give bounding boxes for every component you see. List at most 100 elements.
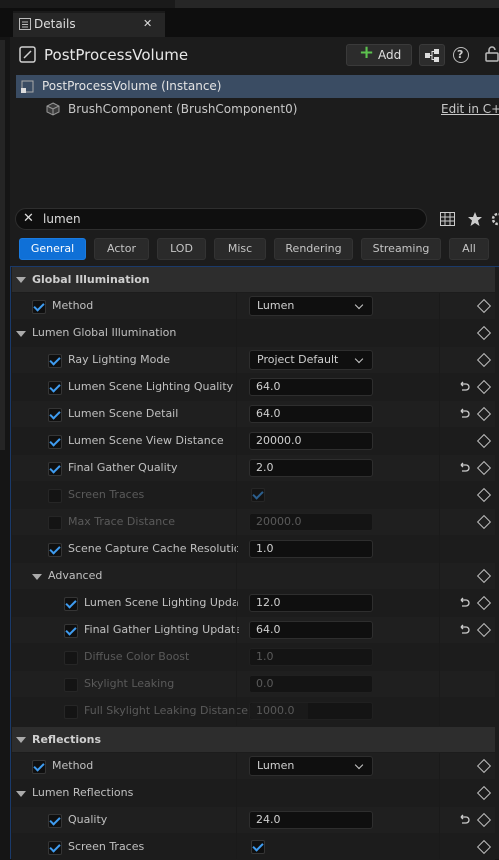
keyframe-diamond-icon[interactable]: [476, 839, 492, 855]
ray-lighting-mode-dropdown[interactable]: Project Default: [249, 350, 373, 370]
override-checkbox[interactable]: [64, 678, 78, 692]
scene-lighting-quality-field[interactable]: 64.0: [249, 378, 373, 396]
column-separator: [236, 753, 237, 859]
subsection-advanced[interactable]: Advanced: [12, 563, 495, 589]
help-button[interactable]: ?: [453, 47, 469, 63]
property-label: Screen Traces: [68, 488, 145, 501]
focus-border-left: [10, 266, 11, 859]
blueprint-button[interactable]: [419, 44, 445, 66]
keyframe-diamond-icon[interactable]: [476, 325, 492, 341]
override-checkbox[interactable]: [48, 543, 62, 557]
subsection-title: Lumen Reflections: [32, 786, 134, 799]
filter-tab-misc[interactable]: Misc: [214, 238, 266, 260]
override-checkbox[interactable]: [48, 354, 62, 368]
override-checkbox[interactable]: [48, 435, 62, 449]
final-gather-quality-field[interactable]: 2.0: [249, 459, 373, 477]
override-checkbox[interactable]: [64, 705, 78, 719]
filter-tab-rendering[interactable]: Rendering: [274, 238, 353, 260]
favorites-star-icon[interactable]: [467, 211, 483, 227]
subsection-title: Advanced: [48, 569, 103, 582]
keyframe-diamond-icon[interactable]: [476, 487, 492, 503]
search-value: lumen: [43, 212, 81, 226]
brush-component-label: BrushComponent (BrushComponent0): [68, 102, 298, 116]
reset-to-default-icon[interactable]: [458, 624, 470, 636]
property-label: Max Trace Distance: [68, 515, 176, 528]
reset-to-default-icon[interactable]: [458, 597, 470, 609]
property-label: Screen Traces: [68, 840, 145, 853]
close-tab-icon[interactable]: ✕: [143, 17, 152, 30]
add-component-button[interactable]: + Add: [346, 42, 412, 66]
details-tab[interactable]: Details ✕: [13, 11, 165, 37]
keyframe-diamond-icon[interactable]: [476, 433, 492, 449]
keyframe-diamond-icon[interactable]: [476, 352, 492, 368]
reset-to-default-icon[interactable]: [458, 462, 470, 474]
keyframe-diamond-icon[interactable]: [476, 460, 492, 476]
reflection-screen-traces-value-checkbox[interactable]: [251, 840, 265, 854]
chevron-down-icon: [354, 354, 364, 364]
keyframe-diamond-icon[interactable]: [476, 514, 492, 530]
keyframe-diamond-icon[interactable]: [476, 406, 492, 422]
scene-capture-cache-field[interactable]: 1.0: [249, 540, 373, 558]
override-checkbox[interactable]: [48, 516, 62, 530]
keyframe-diamond-icon[interactable]: [476, 758, 492, 774]
reset-to-default-icon[interactable]: [458, 381, 470, 393]
override-checkbox[interactable]: [48, 408, 62, 422]
diffuse-color-boost-field[interactable]: 1.0: [249, 648, 373, 666]
skylight-leaking-field[interactable]: 0.0: [249, 675, 373, 693]
filter-tab-lod[interactable]: LOD: [157, 238, 206, 260]
full-skylight-leaking-distance-field[interactable]: 1000.0: [249, 702, 373, 720]
filter-tab-streaming[interactable]: Streaming: [361, 238, 441, 260]
keyframe-diamond-icon[interactable]: [476, 298, 492, 314]
table-view-icon[interactable]: [440, 212, 455, 226]
property-row: Max Trace Distance 20000.0: [12, 509, 495, 535]
subsection-lumen-reflections[interactable]: Lumen Reflections: [12, 780, 495, 806]
override-checkbox[interactable]: [48, 462, 62, 476]
settings-gear-icon[interactable]: [490, 211, 499, 227]
search-input[interactable]: ✕ lumen: [15, 208, 427, 230]
subsection-title: Lumen Global Illumination: [32, 326, 177, 339]
filter-tab-all[interactable]: All: [449, 238, 489, 260]
scene-view-distance-field[interactable]: 20000.0: [249, 432, 373, 450]
filter-tab-actor[interactable]: Actor: [94, 238, 149, 260]
reflection-quality-field[interactable]: 24.0: [249, 811, 373, 829]
clear-search-icon[interactable]: ✕: [23, 211, 34, 226]
reflection-method-dropdown[interactable]: Lumen: [249, 756, 373, 776]
section-title: Global Illumination: [32, 273, 150, 286]
instance-icon: [21, 80, 34, 93]
keyframe-diamond-icon[interactable]: [476, 595, 492, 611]
keyframe-diamond-icon[interactable]: [476, 812, 492, 828]
override-checkbox[interactable]: [48, 841, 62, 855]
override-checkbox[interactable]: [32, 760, 46, 774]
override-checkbox[interactable]: [48, 381, 62, 395]
reset-to-default-icon[interactable]: [458, 814, 470, 826]
override-checkbox[interactable]: [64, 651, 78, 665]
method-dropdown[interactable]: Lumen: [249, 296, 373, 316]
override-checkbox[interactable]: [64, 624, 78, 638]
override-checkbox[interactable]: [64, 597, 78, 611]
screen-traces-value-checkbox[interactable]: [251, 488, 265, 502]
instance-row[interactable]: PostProcessVolume (Instance): [16, 75, 499, 98]
subsection-lumen-gi[interactable]: Lumen Global Illumination: [12, 320, 495, 346]
filter-tab-general[interactable]: General: [19, 238, 86, 260]
help-icon: ?: [457, 48, 464, 61]
keyframe-diamond-icon[interactable]: [476, 379, 492, 395]
section-global-illumination[interactable]: Global Illumination: [12, 267, 495, 292]
lock-icon[interactable]: [485, 46, 499, 62]
override-checkbox[interactable]: [48, 814, 62, 828]
reset-to-default-icon[interactable]: [458, 408, 470, 420]
keyframe-diamond-icon[interactable]: [476, 785, 492, 801]
column-separator: [236, 293, 237, 726]
brush-component-row[interactable]: BrushComponent (BrushComponent0) Edit in…: [16, 98, 499, 120]
override-checkbox[interactable]: [32, 300, 46, 314]
keyframe-diamond-icon[interactable]: [476, 568, 492, 584]
edit-in-cpp-link[interactable]: Edit in C++: [441, 102, 499, 116]
max-trace-distance-field[interactable]: 20000.0: [249, 513, 373, 531]
scene-detail-field[interactable]: 64.0: [249, 405, 373, 423]
section-reflections[interactable]: Reflections: [12, 727, 495, 752]
keyframe-diamond-icon[interactable]: [476, 622, 492, 638]
final-gather-lighting-update-field[interactable]: 64.0: [249, 621, 373, 639]
property-label: Method: [52, 759, 94, 772]
scene-lighting-update-field[interactable]: 12.0: [249, 594, 373, 612]
override-checkbox[interactable]: [48, 489, 62, 503]
top-strip: [0, 0, 499, 8]
